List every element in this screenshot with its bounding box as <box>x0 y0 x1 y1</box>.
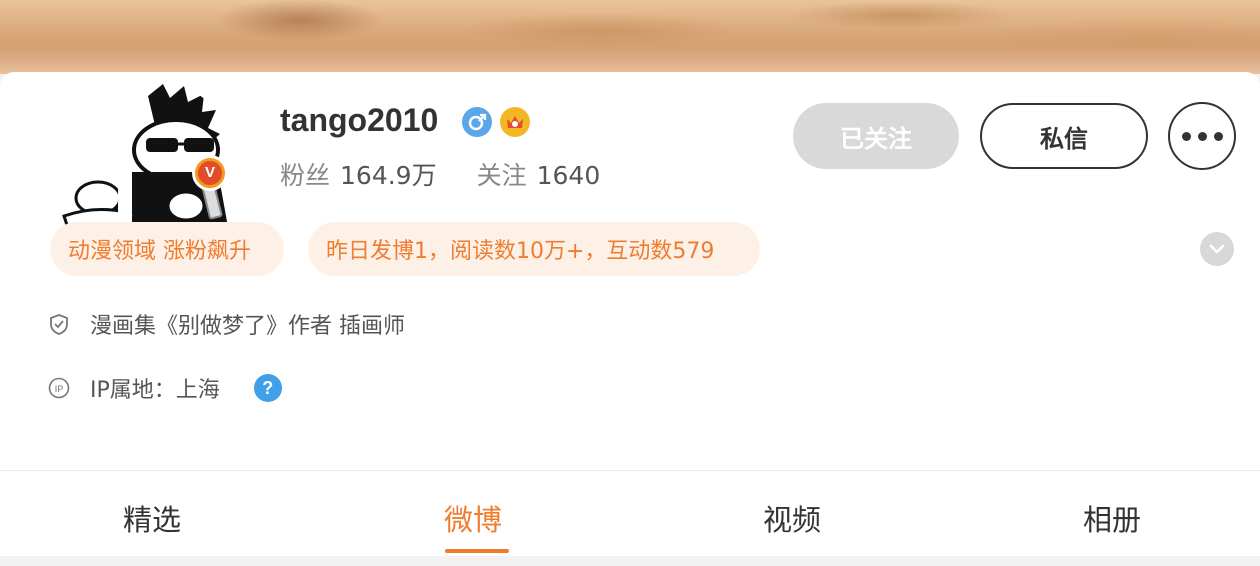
help-icon[interactable]: ? <box>253 374 282 402</box>
tag-daily-stats[interactable]: 昨日发博1，阅读数10万+，互动数579 <box>308 222 760 276</box>
profile-stats: 粉丝 164.9万 关注 1640 <box>280 156 600 192</box>
fans-label: 粉丝 <box>280 161 331 190</box>
svg-text:IP: IP <box>55 384 64 394</box>
following-count[interactable]: 1640 <box>537 161 601 190</box>
vip-verified-icon[interactable] <box>462 107 492 137</box>
more-dots-icon <box>1181 131 1223 141</box>
chevron-down-icon <box>1209 244 1225 254</box>
tab-featured[interactable]: 精选 <box>123 497 181 539</box>
bio-row: 漫画集《别做梦了》作者 插画师 <box>48 308 405 340</box>
message-button[interactable]: 私信 <box>980 103 1148 169</box>
ip-location-icon: IP <box>48 377 70 399</box>
bio-text: 漫画集《别做梦了》作者 插画师 <box>90 314 405 339</box>
vip-verified-glyph <box>468 113 487 131</box>
shield-icon <box>48 313 70 335</box>
following-label: 关注 <box>476 161 527 190</box>
crown-glyph <box>507 116 523 128</box>
ip-row: IP IP属地：上海 ? <box>48 372 282 404</box>
active-tab-indicator <box>445 549 509 553</box>
more-button[interactable] <box>1168 102 1236 170</box>
tab-bar: 精选 微博 视频 相册 <box>0 470 1260 556</box>
followed-button[interactable]: 已关注 <box>793 103 959 169</box>
verified-v-badge: V <box>192 155 228 191</box>
tag-trending[interactable]: 动漫领域 涨粉飙升 <box>50 222 284 276</box>
banner-ridge <box>0 46 1260 74</box>
expand-button[interactable] <box>1200 232 1234 266</box>
username: tango2010 <box>280 102 439 138</box>
crown-icon[interactable] <box>500 107 530 137</box>
tab-weibo[interactable]: 微博 <box>444 497 502 539</box>
verified-v-icon: V <box>198 161 222 185</box>
fans-count[interactable]: 164.9万 <box>340 156 437 192</box>
ip-text: IP属地：上海 <box>90 378 220 403</box>
tab-video[interactable]: 视频 <box>763 497 821 539</box>
cover-banner <box>0 0 1260 74</box>
tab-album[interactable]: 相册 <box>1083 497 1141 539</box>
